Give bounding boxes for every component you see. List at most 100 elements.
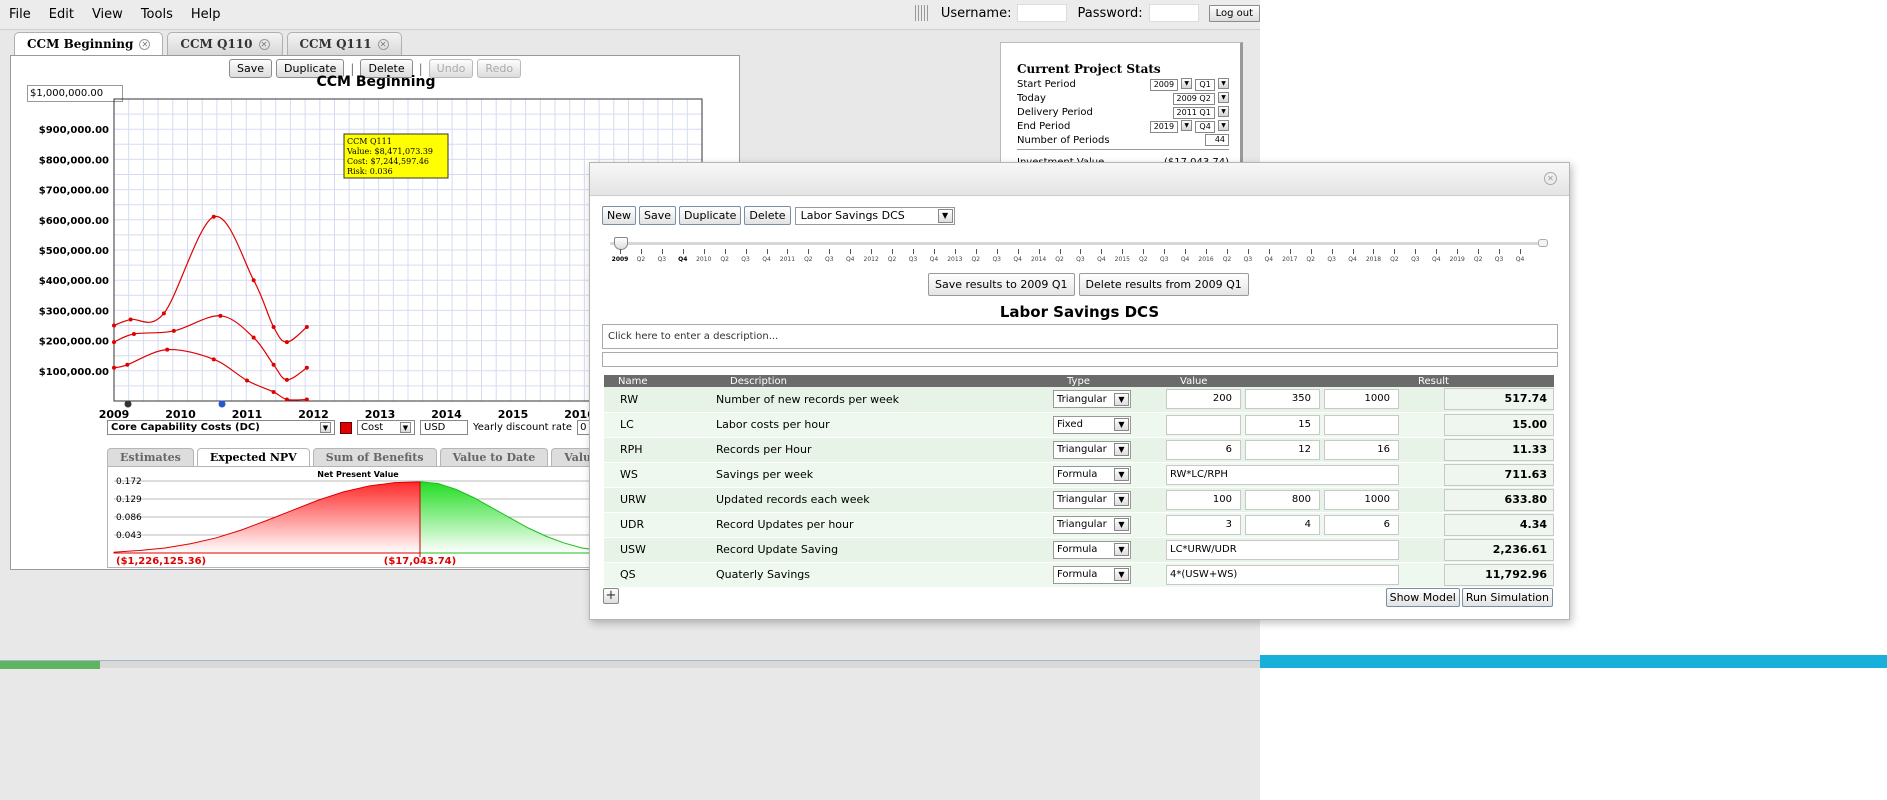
period-slider[interactable]: 2009 Q2 Q3 Q4 2010 Q2 Q3 Q4 2011 Q2 Q3 Q4 2012 Q2 Q3 Q4… xyxy=(610,237,1550,267)
chevron-down-icon[interactable]: ▼ xyxy=(1181,78,1193,89)
save-button[interactable]: Save xyxy=(639,206,677,225)
data-point[interactable] xyxy=(131,331,136,336)
currency-input[interactable]: USD xyxy=(420,420,468,435)
data-point[interactable] xyxy=(284,397,289,402)
data-point[interactable] xyxy=(304,397,309,402)
type-select[interactable]: Formula ▼ xyxy=(1053,465,1131,484)
data-point[interactable] xyxy=(304,325,309,330)
max-value-input[interactable]: 16 xyxy=(1324,439,1399,460)
menu-edit[interactable]: Edit xyxy=(40,7,83,22)
tab-value-to-date[interactable]: Value to Date xyxy=(439,448,549,467)
type-select[interactable]: Triangular ▼ xyxy=(1053,515,1131,534)
add-variable-button[interactable]: + xyxy=(603,588,619,604)
tab-estimates[interactable]: Estimates xyxy=(107,448,194,467)
mode-value-input[interactable]: 15 xyxy=(1245,414,1320,435)
kind-select[interactable]: Cost ▼ xyxy=(357,420,415,435)
data-point[interactable] xyxy=(112,323,116,328)
formula-input[interactable]: RW*LC/RPH xyxy=(1166,464,1399,485)
close-icon[interactable]: ✕ xyxy=(377,39,389,50)
type-select[interactable]: Fixed ▼ xyxy=(1053,415,1131,434)
max-value-input[interactable]: 1000 xyxy=(1324,389,1399,410)
min-value-input[interactable]: 100 xyxy=(1166,489,1241,510)
data-point[interactable] xyxy=(171,328,176,333)
start-year-select[interactable]: 2009 xyxy=(1149,78,1179,91)
close-icon[interactable]: ✕ xyxy=(1544,172,1557,185)
data-point[interactable] xyxy=(211,214,216,219)
data-point[interactable] xyxy=(125,362,130,367)
data-point[interactable] xyxy=(161,311,166,316)
data-point[interactable] xyxy=(251,278,256,283)
type-select[interactable]: Triangular ▼ xyxy=(1053,390,1131,409)
mode-value-input[interactable]: 800 xyxy=(1245,489,1320,510)
data-point[interactable] xyxy=(304,365,309,370)
menu-view[interactable]: View xyxy=(83,7,132,22)
chevron-down-icon[interactable]: ▼ xyxy=(1218,78,1229,89)
start-marker-icon[interactable] xyxy=(124,400,132,408)
menu-file[interactable]: File xyxy=(0,7,40,22)
today-select[interactable]: 2009 Q2 xyxy=(1172,92,1215,105)
min-value-input[interactable]: 200 xyxy=(1166,389,1241,410)
menu-tools[interactable]: Tools xyxy=(132,7,182,22)
chevron-down-icon[interactable]: ▼ xyxy=(1218,106,1229,117)
tab-ccm-q111[interactable]: CCM Q111 ✕ xyxy=(286,32,402,56)
delivery-select[interactable]: 2011 Q1 xyxy=(1172,106,1215,119)
description-input[interactable]: Click here to enter a description... xyxy=(602,324,1558,349)
min-value-input[interactable] xyxy=(1166,414,1241,435)
tab-expected-npv[interactable]: Expected NPV xyxy=(196,448,310,467)
formula-input[interactable]: LC*URW/UDR xyxy=(1166,539,1399,560)
model-select[interactable]: Labor Savings DCS ▼ xyxy=(794,206,955,225)
data-point[interactable] xyxy=(165,347,170,352)
data-point[interactable] xyxy=(128,317,133,322)
close-icon[interactable]: ✕ xyxy=(258,39,270,50)
mode-value-input[interactable]: 4 xyxy=(1245,514,1320,535)
username-input[interactable] xyxy=(1017,4,1068,22)
logout-button[interactable]: Log out xyxy=(1208,4,1260,22)
tab-ccm-q110[interactable]: CCM Q110 ✕ xyxy=(167,32,283,56)
max-value-input[interactable]: 6 xyxy=(1324,514,1399,535)
run-simulation-button[interactable]: Run Simulation xyxy=(1461,588,1553,607)
end-year-select[interactable]: 2019 xyxy=(1149,120,1179,133)
end-quarter-select[interactable]: Q4 xyxy=(1195,120,1215,133)
mode-value-input[interactable]: 12 xyxy=(1245,439,1320,460)
data-point[interactable] xyxy=(251,335,256,340)
type-select[interactable]: Triangular ▼ xyxy=(1053,440,1131,459)
max-value-input[interactable] xyxy=(1324,414,1399,435)
slider-thumb[interactable] xyxy=(614,237,628,250)
tab-ccm-beginning[interactable]: CCM Beginning ✕ xyxy=(14,32,164,56)
type-select[interactable]: Triangular ▼ xyxy=(1053,490,1131,509)
today-marker-icon[interactable] xyxy=(218,400,226,408)
data-point[interactable] xyxy=(284,377,289,382)
data-point[interactable] xyxy=(112,340,116,345)
duplicate-button[interactable]: Duplicate xyxy=(679,206,742,225)
metric-select[interactable]: Core Capability Costs (DC) ▼ xyxy=(107,420,335,435)
type-select[interactable]: Formula ▼ xyxy=(1053,540,1131,559)
formula-input[interactable]: 4*(USW+WS) xyxy=(1166,564,1399,585)
min-value-input[interactable]: 6 xyxy=(1166,439,1241,460)
data-point[interactable] xyxy=(112,365,116,370)
menu-help[interactable]: Help xyxy=(182,7,230,22)
periods-input[interactable]: 44 xyxy=(1205,134,1229,146)
data-point[interactable] xyxy=(218,313,223,318)
data-point[interactable] xyxy=(211,357,216,362)
data-point[interactable] xyxy=(271,362,276,367)
close-icon[interactable]: ✕ xyxy=(139,39,151,50)
series-color-swatch[interactable] xyxy=(340,421,352,434)
data-point[interactable] xyxy=(245,378,249,383)
data-point[interactable] xyxy=(284,340,289,345)
mode-value-input[interactable]: 350 xyxy=(1245,389,1320,410)
type-select[interactable]: Formula ▼ xyxy=(1053,565,1131,584)
show-model-button[interactable]: Show Model xyxy=(1385,588,1460,607)
new-button[interactable]: New xyxy=(602,206,636,225)
save-results-button[interactable]: Save results to 2009 Q1 xyxy=(928,273,1075,296)
max-value-input[interactable]: 1000 xyxy=(1324,489,1399,510)
password-input[interactable] xyxy=(1148,4,1199,22)
chevron-down-icon[interactable]: ▼ xyxy=(1181,120,1193,131)
min-value-input[interactable]: 3 xyxy=(1166,514,1241,535)
chevron-down-icon[interactable]: ▼ xyxy=(1218,92,1229,103)
delete-button[interactable]: Delete xyxy=(744,206,791,225)
data-point[interactable] xyxy=(271,325,276,330)
chevron-down-icon[interactable]: ▼ xyxy=(1218,120,1229,131)
data-point[interactable] xyxy=(271,389,276,394)
tab-sum-of-benefits[interactable]: Sum of Benefits xyxy=(312,448,437,467)
notes-input[interactable] xyxy=(602,352,1558,367)
